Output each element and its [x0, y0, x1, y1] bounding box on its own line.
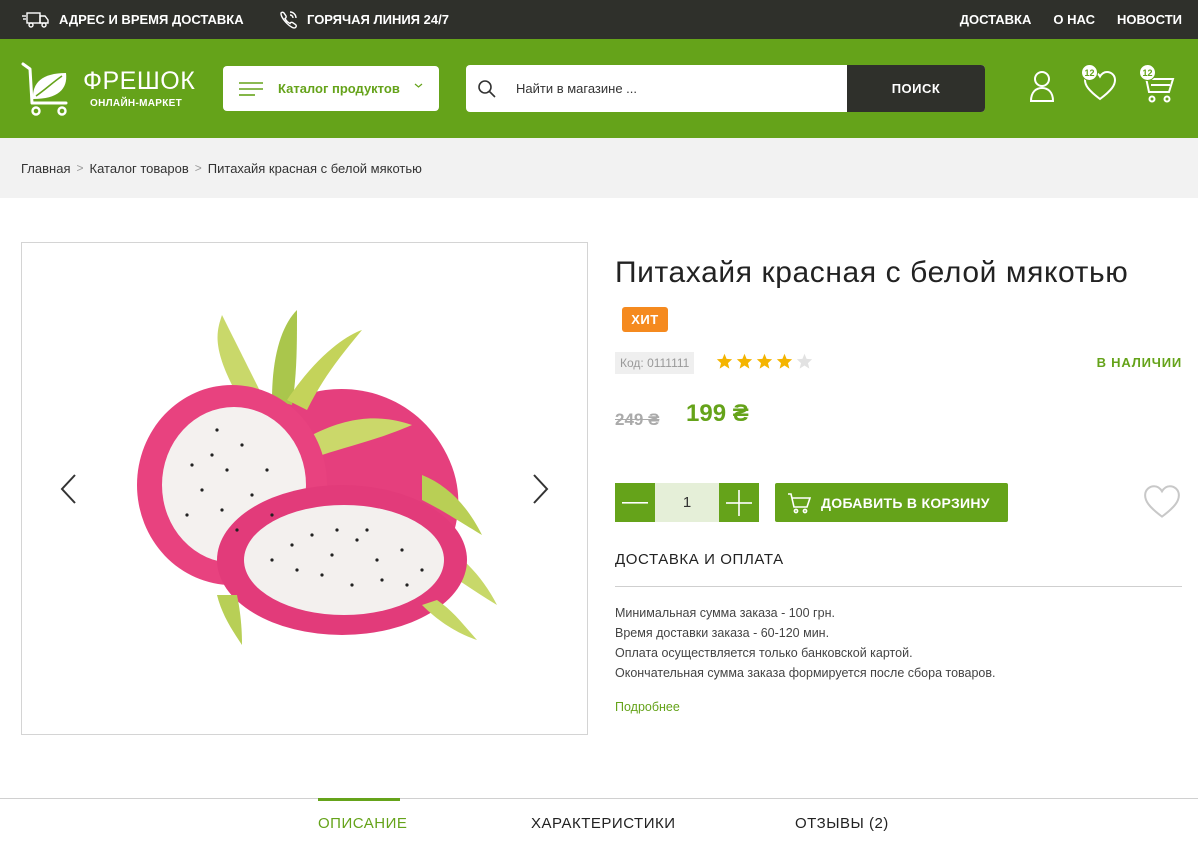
tabs-divider	[0, 798, 1198, 799]
catalog-menu-button[interactable]: Каталог продуктов	[223, 66, 439, 111]
product-image-dragon-fruit	[137, 310, 497, 645]
breadcrumb-separator-icon: >	[76, 161, 84, 175]
product-code: Код: 0111111	[615, 352, 695, 374]
search-icon	[466, 65, 508, 112]
search-bar: ПОИСК	[466, 65, 985, 112]
wishlist-count-badge: 12	[1081, 64, 1098, 81]
account-button[interactable]	[1029, 70, 1055, 107]
nav-delivery-link[interactable]: ДОСТАВКА	[960, 12, 1032, 27]
star-filled-icon	[736, 353, 753, 369]
tab-reviews[interactable]: ОТЗЫВЫ (2)	[795, 815, 889, 832]
current-price: 199 ₴	[686, 400, 749, 427]
star-empty-icon	[796, 353, 813, 369]
quantity-increase-button[interactable]	[719, 483, 759, 522]
hotline-link[interactable]: ГОРЯЧАЯ ЛИНИЯ 24/7	[277, 0, 449, 39]
wishlist-button[interactable]: 12	[1081, 64, 1117, 107]
delivery-truck-icon	[22, 11, 49, 28]
hotline-label: ГОРЯЧАЯ ЛИНИЯ 24/7	[307, 12, 449, 27]
delivery-info-line: Время доставки заказа - 60-120 мин.	[615, 626, 830, 640]
add-to-cart-label: ДОБАВИТЬ В КОРЗИНУ	[821, 494, 990, 511]
gallery-prev-arrow-icon[interactable]	[59, 473, 79, 505]
cart-leaf-logo-icon	[21, 62, 68, 116]
product-title: Питахайя красная с белой мякотью	[615, 256, 1129, 289]
add-to-wishlist-heart-icon[interactable]	[1142, 484, 1182, 520]
breadcrumb-home[interactable]: Главная	[21, 161, 70, 176]
cart-count-badge: 12	[1139, 64, 1156, 81]
user-icon	[1029, 71, 1055, 102]
plus-icon	[726, 489, 752, 516]
delivery-more-link[interactable]: Подробнее	[615, 700, 680, 714]
top-nav: ДОСТАВКА О НАС НОВОСТИ	[960, 0, 1182, 39]
gallery-next-arrow-icon[interactable]	[530, 473, 550, 505]
stock-status: В НАЛИЧИИ	[1096, 355, 1182, 370]
cart-icon	[788, 492, 811, 513]
quantity-stepper: 1	[615, 483, 760, 522]
nav-news-link[interactable]: НОВОСТИ	[1117, 12, 1182, 27]
breadcrumb-separator-icon: >	[194, 161, 202, 175]
star-filled-icon	[776, 353, 793, 369]
logo-subtitle: ОНЛАЙН-МАРКЕТ	[90, 98, 182, 109]
delivery-info-label: АДРЕС И ВРЕМЯ ДОСТАВКА	[59, 12, 244, 27]
delivery-heading: ДОСТАВКА И ОПЛАТА	[615, 551, 784, 568]
add-to-cart-button[interactable]: ДОБАВИТЬ В КОРЗИНУ	[775, 483, 1008, 522]
breadcrumb: Главная > Каталог товаров > Питахайя кра…	[0, 138, 1198, 198]
delivery-info-line: Оплата осуществляется только банковской …	[615, 646, 913, 660]
breadcrumb-current: Питахайя красная с белой мякотью	[207, 160, 422, 176]
old-price: 249 ₴	[615, 410, 660, 429]
quantity-value[interactable]: 1	[655, 483, 719, 522]
product-gallery	[21, 242, 588, 735]
delivery-divider	[615, 586, 1182, 587]
phone-icon	[280, 10, 297, 29]
tab-characteristics[interactable]: ХАРАКТЕРИСТИКИ	[531, 815, 676, 832]
star-filled-icon	[716, 353, 733, 369]
star-filled-icon	[756, 353, 773, 369]
delivery-info-line: Минимальная сумма заказа - 100 грн.	[615, 606, 835, 620]
menu-icon	[239, 81, 263, 96]
cart-button[interactable]: 12	[1139, 64, 1175, 109]
search-button[interactable]: ПОИСК	[847, 65, 985, 112]
delivery-info-line: Окончательная сумма заказа формируется п…	[615, 666, 996, 680]
logo-title: ФРЕШОК	[83, 67, 196, 95]
quantity-decrease-button[interactable]	[615, 483, 655, 522]
active-tab-indicator	[318, 798, 400, 801]
hit-badge: ХИТ	[622, 307, 668, 332]
delivery-info-list: Минимальная сумма заказа - 100 грн. Врем…	[615, 603, 996, 683]
nav-about-link[interactable]: О НАС	[1053, 12, 1095, 27]
breadcrumb-catalog[interactable]: Каталог товаров	[90, 161, 189, 176]
chevron-down-icon	[414, 83, 423, 88]
catalog-menu-label: Каталог продуктов	[278, 81, 400, 96]
site-logo[interactable]: ФРЕШОК ОНЛАЙН-МАРКЕТ	[20, 61, 195, 117]
delivery-info-link[interactable]: АДРЕС И ВРЕМЯ ДОСТАВКА	[21, 0, 244, 39]
search-input[interactable]	[508, 65, 847, 112]
top-bar: АДРЕС И ВРЕМЯ ДОСТАВКА ГОРЯЧАЯ ЛИНИЯ 24/…	[0, 0, 1198, 39]
rating-stars	[716, 353, 813, 369]
minus-icon	[622, 501, 648, 504]
tab-description[interactable]: ОПИСАНИЕ	[318, 815, 407, 832]
main-header: ФРЕШОК ОНЛАЙН-МАРКЕТ Каталог продуктов П…	[0, 39, 1198, 138]
